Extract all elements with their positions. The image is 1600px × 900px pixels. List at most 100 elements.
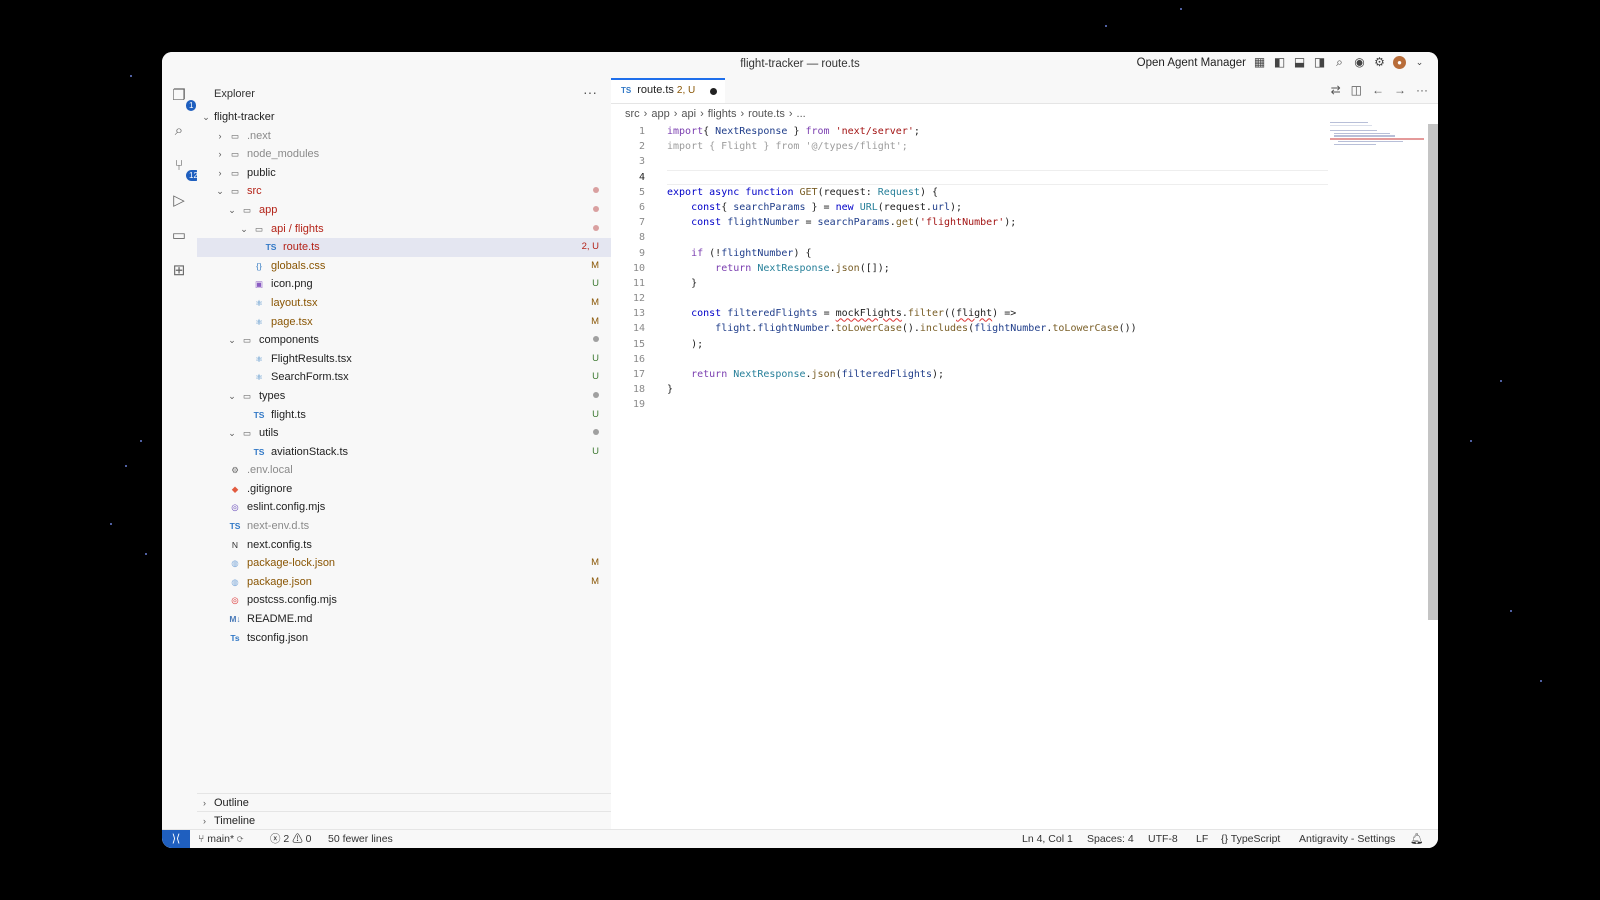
code-line[interactable]: 18} bbox=[611, 382, 1328, 397]
layout-grid-icon[interactable]: ▦ bbox=[1253, 56, 1266, 69]
tree-file[interactable]: TS aviationStack.ts U bbox=[197, 443, 611, 462]
breadcrumb-item[interactable]: ... bbox=[797, 108, 806, 120]
code-line[interactable]: 15 ); bbox=[611, 337, 1328, 352]
tree-file[interactable]: M↓ README.md bbox=[197, 610, 611, 629]
code-line[interactable]: 12 bbox=[611, 291, 1328, 306]
line-ending[interactable]: LF bbox=[1196, 830, 1208, 848]
toggle-sidebar-icon[interactable]: ◧ bbox=[1273, 56, 1286, 69]
tree-item-label: package-lock.json bbox=[247, 557, 336, 570]
tree-file[interactable]: ⚛ layout.tsx M bbox=[197, 294, 611, 313]
explorer-icon[interactable]: ❐ 1 bbox=[169, 86, 197, 111]
tree-file[interactable]: ◆ .gitignore bbox=[197, 480, 611, 499]
outline-section[interactable]: › Outline bbox=[197, 793, 611, 812]
tree-file[interactable]: ⚛ SearchForm.tsx U bbox=[197, 368, 611, 387]
tree-file[interactable]: ◍ package-lock.json M bbox=[197, 554, 611, 573]
code-line[interactable]: 4 bbox=[611, 169, 1328, 185]
explorer-more-icon[interactable]: ··· bbox=[583, 84, 597, 100]
tree-file[interactable]: {} globals.css M bbox=[197, 257, 611, 276]
cursor-position[interactable]: Ln 4, Col 1 bbox=[1022, 830, 1073, 848]
tree-file[interactable]: ⚙ .env.local bbox=[197, 461, 611, 480]
code-line[interactable]: 2 import { Flight } from '@/types/flight'… bbox=[611, 139, 1328, 154]
tree-root-folder[interactable]: ⌄ flight-tracker bbox=[197, 108, 611, 127]
code-line[interactable]: 1 import{ NextResponse } from 'next/serve… bbox=[611, 124, 1328, 139]
tree-folder[interactable]: › ▭ node_modules bbox=[197, 145, 611, 164]
code-line[interactable]: 9 if (!flightNumber) { bbox=[611, 246, 1328, 261]
code-line[interactable]: 11 } bbox=[611, 276, 1328, 291]
extensions-icon[interactable]: ⊞ bbox=[169, 261, 189, 281]
code-line[interactable]: 14 flight.flightNumber.toLowerCase().inc… bbox=[611, 321, 1328, 336]
notifications-bell-icon[interactable]: 🔔︎ bbox=[1410, 830, 1423, 848]
breadcrumb-item[interactable]: route.ts bbox=[748, 108, 785, 120]
chevron-down-icon[interactable]: ⌄ bbox=[1413, 56, 1426, 69]
tree-folder[interactable]: ⌄ ▭ types bbox=[197, 387, 611, 406]
open-changes-icon[interactable]: ⇄ bbox=[1331, 83, 1341, 97]
go-forward-icon[interactable]: → bbox=[1394, 83, 1406, 97]
tree-file[interactable]: ▣ icon.png U bbox=[197, 275, 611, 294]
remote-indicator-icon[interactable]: ⟩⟨ bbox=[162, 830, 190, 848]
tree-file[interactable]: TS next-env.d.ts bbox=[197, 517, 611, 536]
unsaved-dot-icon[interactable] bbox=[710, 88, 717, 95]
toggle-secondary-sidebar-icon[interactable]: ◨ bbox=[1313, 56, 1326, 69]
run-debug-icon[interactable]: ▷ bbox=[169, 191, 189, 211]
code-line[interactable]: 10 return NextResponse.json([]); bbox=[611, 261, 1328, 276]
postcss-file-icon: ◎ bbox=[231, 595, 239, 606]
encoding[interactable]: UTF-8 bbox=[1148, 830, 1178, 848]
tree-item-label: FlightResults.tsx bbox=[271, 352, 352, 365]
breadcrumb-item[interactable]: api bbox=[681, 108, 696, 120]
more-actions-icon[interactable]: ··· bbox=[1416, 83, 1428, 97]
tree-file[interactable]: Nnext.config.ts bbox=[197, 536, 611, 555]
avatar-icon[interactable]: ● bbox=[1393, 56, 1406, 69]
code-line[interactable]: 17 return NextResponse.json(filteredFlig… bbox=[611, 367, 1328, 382]
tree-folder[interactable]: ⌄ ▭ src bbox=[197, 182, 611, 201]
tree-folder[interactable]: ⌄ ▭ utils bbox=[197, 424, 611, 443]
indentation[interactable]: Spaces: 4 bbox=[1087, 830, 1134, 848]
remote-explorer-icon[interactable]: ▭ bbox=[169, 226, 189, 246]
timeline-section[interactable]: › Timeline bbox=[197, 811, 611, 830]
code-line[interactable]: 8 bbox=[611, 230, 1328, 245]
open-agent-manager-button[interactable]: Open Agent Manager bbox=[1137, 57, 1246, 69]
explorer-title: Explorer bbox=[214, 88, 255, 100]
go-back-icon[interactable]: ← bbox=[1372, 83, 1384, 97]
tree-file[interactable]: Ts tsconfig.json bbox=[197, 629, 611, 648]
editor-scrollbar[interactable] bbox=[1428, 124, 1438, 620]
tab-route-ts[interactable]: TS route.ts 2, U bbox=[611, 78, 725, 103]
tree-file[interactable]: ◍ package.json M bbox=[197, 573, 611, 592]
code-line[interactable]: 3 bbox=[611, 154, 1328, 169]
breadcrumb-item[interactable]: flights bbox=[708, 108, 737, 120]
git-status-badge: M bbox=[591, 575, 599, 587]
tree-file[interactable]: ◎ postcss.config.mjs bbox=[197, 591, 611, 610]
language-mode[interactable]: {} TypeScript bbox=[1221, 830, 1280, 848]
search-icon[interactable]: ⌕ bbox=[169, 121, 189, 141]
tree-folder[interactable]: › ▭ .next bbox=[197, 127, 611, 146]
tree-file[interactable]: ⚛ page.tsx M bbox=[197, 313, 611, 332]
code-line[interactable]: 6 const{ searchParams } = new URL(reques… bbox=[611, 200, 1328, 215]
tree-file[interactable]: TS flight.ts U bbox=[197, 406, 611, 425]
diff-summary[interactable]: 50 fewer lines bbox=[328, 830, 393, 848]
code-line[interactable]: 13 const filteredFlights = mockFlights.f… bbox=[611, 306, 1328, 321]
code-line[interactable]: 19 bbox=[611, 397, 1328, 412]
code-line[interactable]: 5 export async function GET(request: Requ… bbox=[611, 185, 1328, 200]
tree-folder[interactable]: ⌄ ▭ app bbox=[197, 201, 611, 220]
code-editor[interactable]: 1 import{ NextResponse } from 'next/serve… bbox=[611, 124, 1328, 413]
line-number: 11 bbox=[632, 277, 645, 289]
code-line[interactable]: 7 const flightNumber = searchParams.get(… bbox=[611, 215, 1328, 230]
settings-gear-icon[interactable]: ⚙ bbox=[1373, 56, 1386, 69]
toggle-panel-icon[interactable]: ⬓ bbox=[1293, 56, 1306, 69]
source-control-icon[interactable]: ⑂ 12 bbox=[169, 156, 201, 181]
split-editor-icon[interactable]: ◫ bbox=[1351, 83, 1362, 97]
tree-file[interactable]: ◎ eslint.config.mjs bbox=[197, 498, 611, 517]
code-line[interactable]: 16 bbox=[611, 352, 1328, 367]
tree-file[interactable]: TS route.ts 2, U bbox=[197, 238, 611, 257]
tree-folder[interactable]: ⌄ ▭ components bbox=[197, 331, 611, 350]
search-icon[interactable]: ⌕ bbox=[1333, 56, 1346, 69]
settings-status[interactable]: Antigravity - Settings bbox=[1299, 830, 1395, 848]
tree-file[interactable]: ⚛ FlightResults.tsx U bbox=[197, 350, 611, 369]
minimap[interactable] bbox=[1330, 122, 1424, 158]
breadcrumb-item[interactable]: app bbox=[651, 108, 669, 120]
account-status-icon[interactable]: ◉ bbox=[1353, 56, 1366, 69]
breadcrumb-item[interactable]: src bbox=[625, 108, 640, 120]
problems-indicator[interactable]: ⓧ 2 ⚠ 0 bbox=[270, 830, 311, 848]
branch-indicator[interactable]: ⑂ main* ⟳ bbox=[198, 830, 243, 848]
tree-folder[interactable]: › ▭ public bbox=[197, 164, 611, 183]
tree-folder[interactable]: ⌄ ▭ api / flights bbox=[197, 220, 611, 239]
